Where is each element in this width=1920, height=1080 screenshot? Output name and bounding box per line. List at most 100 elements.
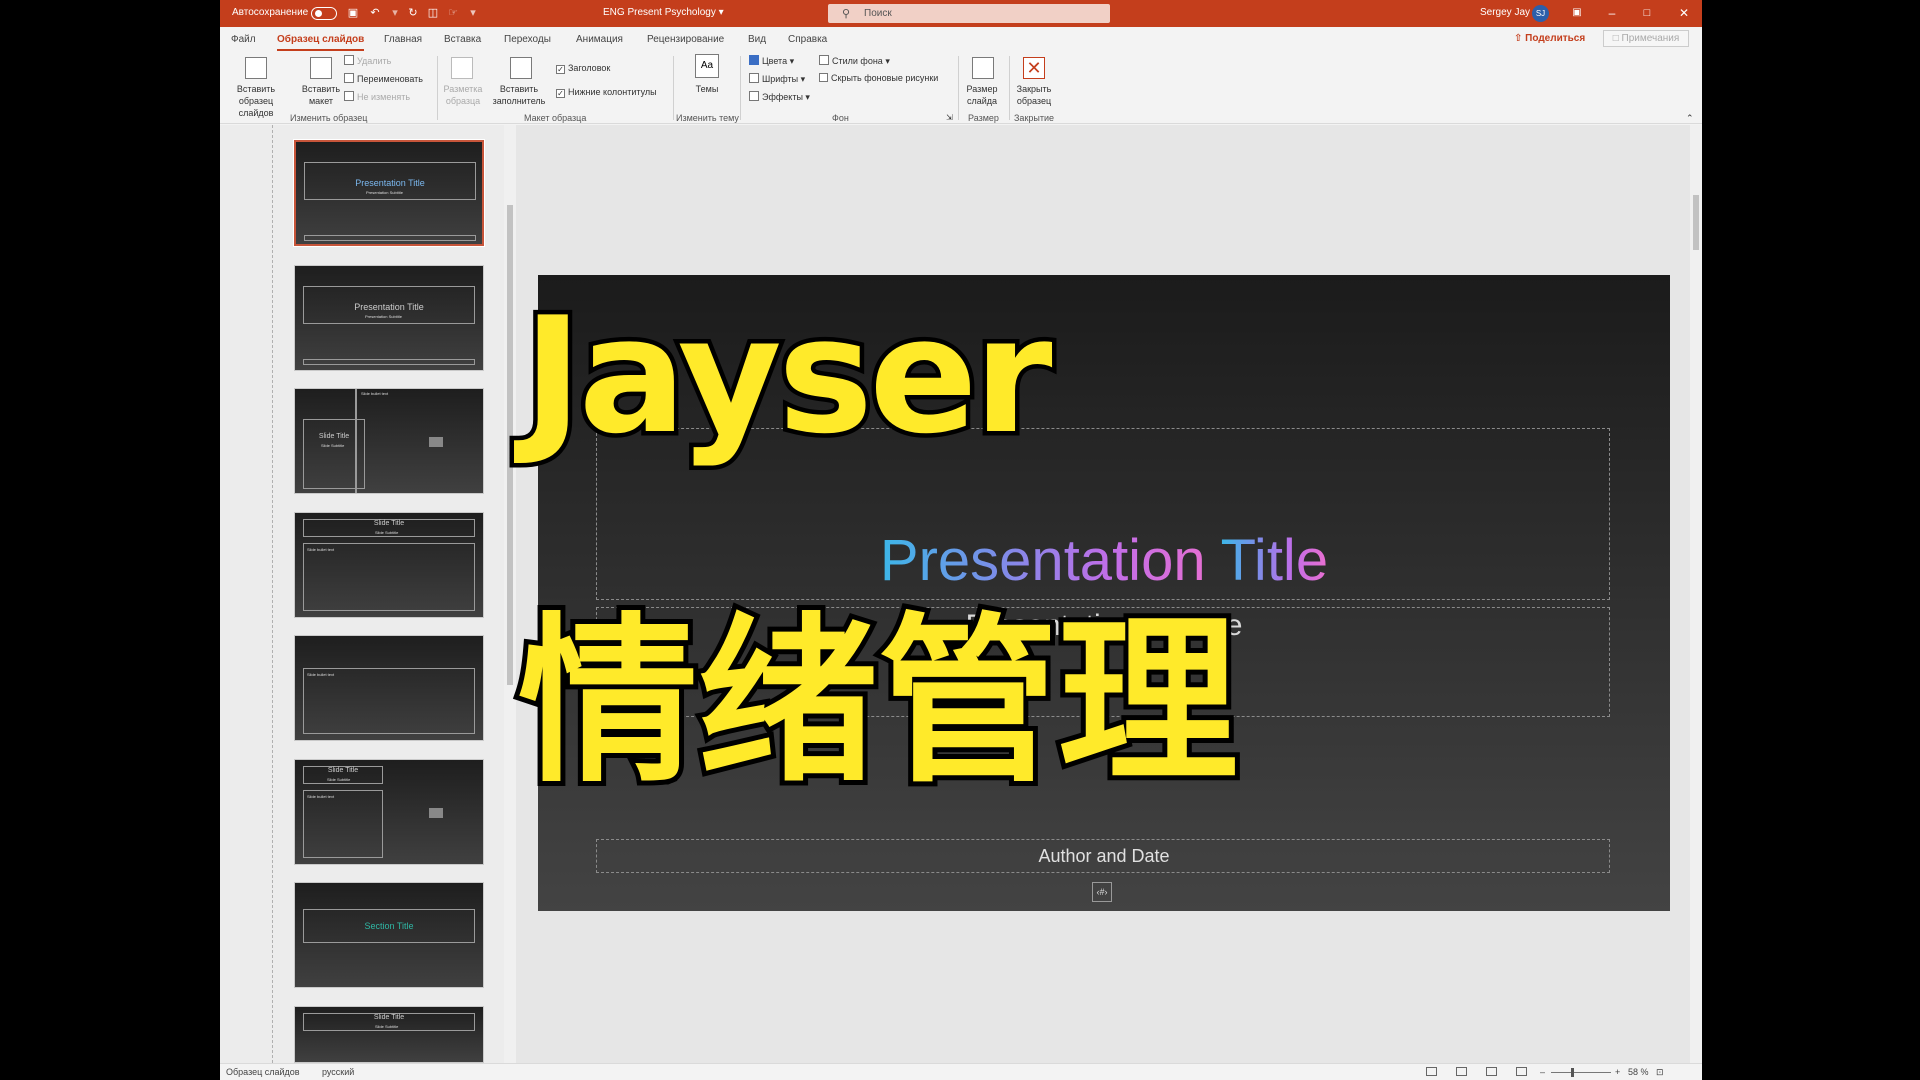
checkmark-icon: ✓ — [556, 65, 565, 74]
thumbnail-title: Slide Title — [373, 520, 405, 527]
insert-placeholder-button[interactable]: Вставить заполнитель — [485, 83, 553, 107]
comment-icon: □ — [1612, 33, 1622, 44]
background-styles-button[interactable]: Стили фона ▾ — [819, 55, 890, 67]
content-placeholder — [303, 790, 383, 858]
themes-icon[interactable]: Aa — [695, 54, 719, 78]
save-icon[interactable]: ▣ — [346, 6, 360, 20]
tab-home[interactable]: Главная — [384, 34, 422, 45]
slide-size-icon[interactable] — [972, 57, 994, 79]
insert-master-icon[interactable] — [245, 57, 267, 79]
group-label-background: Фон — [832, 113, 849, 123]
effects-icon — [749, 91, 759, 101]
tab-transitions[interactable]: Переходы — [504, 34, 551, 45]
footers-checkbox[interactable]: ✓ Нижние колонтитулы — [556, 87, 657, 98]
tab-insert[interactable]: Вставка — [444, 34, 481, 45]
close-icon[interactable]: ✕ — [1676, 5, 1692, 21]
fit-to-window-icon[interactable]: ⊡ — [1656, 1067, 1664, 1078]
close-master-button[interactable]: Закрыть образец — [1012, 83, 1056, 107]
user-name[interactable]: Sergey Jay — [1480, 7, 1530, 18]
slide-size-button[interactable]: Размер слайда — [960, 83, 1004, 107]
tab-help[interactable]: Справка — [788, 34, 827, 45]
status-bar: Образец слайдов русский – + 58 % ⊡ — [220, 1063, 1702, 1080]
slideshow-view-icon[interactable] — [1516, 1067, 1527, 1076]
thumbnail-layout[interactable]: Section Title — [294, 882, 484, 988]
thumbnail-layout[interactable]: Slide bullet text — [294, 635, 484, 741]
rename-button[interactable]: Переименовать — [344, 73, 423, 84]
checkbox-icon — [819, 73, 828, 82]
title-placeholder — [303, 419, 365, 489]
colors-button[interactable]: Цвета ▾ — [749, 55, 794, 67]
zoom-out-icon[interactable]: – — [1540, 1067, 1545, 1077]
slide-thumbnails-pane: Presentation Title Presentation Subtitle… — [220, 125, 516, 1063]
search-box[interactable]: ⚲ Поиск — [828, 4, 1110, 23]
tab-slide-master[interactable]: Образец слайдов — [277, 34, 365, 51]
thumbnail-layout[interactable]: Slide Title Slide Subtitle — [294, 1006, 484, 1063]
redo-icon[interactable]: ↻ — [406, 6, 420, 20]
status-view-label: Образец слайдов — [226, 1067, 300, 1077]
footer-placeholder[interactable]: Author and Date — [596, 839, 1610, 873]
title-checkbox[interactable]: ✓ Заголовок — [556, 63, 610, 74]
group-label-edit-theme: Изменить тему — [676, 113, 739, 123]
share-icon: ⇧ — [1514, 33, 1526, 44]
fonts-button[interactable]: Шрифты ▾ — [749, 73, 805, 85]
avatar[interactable]: SJ — [1532, 5, 1549, 22]
zoom-level[interactable]: 58 % — [1628, 1067, 1649, 1077]
themes-button[interactable]: Темы — [687, 83, 727, 95]
thumbnail-subtitle: Presentation Subtitle — [365, 314, 402, 319]
thumbnails-scrollbar[interactable] — [504, 125, 516, 1063]
autosave-toggle[interactable] — [311, 7, 337, 20]
tab-review[interactable]: Рецензирование — [647, 34, 724, 45]
thumbnail-subtitle: Slide Subtitle — [375, 530, 399, 535]
master-layout-button[interactable]: Разметка образца — [442, 83, 484, 107]
preserve-button[interactable]: Не изменять — [344, 91, 410, 102]
tab-file[interactable]: Файл — [231, 34, 256, 45]
close-master-icon[interactable]: ✕ — [1023, 57, 1045, 79]
document-title[interactable]: ENG Present Psychology ▾ — [603, 7, 724, 18]
thumbnail-layout[interactable]: Slide Title Slide Subtitle Slide bullet … — [294, 759, 484, 865]
group-label-close: Закрытие — [1014, 113, 1055, 123]
canvas-scrollbar[interactable] — [1690, 125, 1702, 1063]
share-button[interactable]: ⇧ Поделиться — [1514, 30, 1592, 47]
thumbnail-layout[interactable]: Slide bullet text Slide Title Slide Subt… — [294, 388, 484, 494]
undo-dropdown-icon[interactable]: ▾ — [388, 6, 402, 20]
minimize-icon[interactable]: – — [1604, 5, 1620, 21]
undo-icon[interactable]: ↶ — [368, 6, 382, 20]
zoom-slider-handle[interactable] — [1571, 1068, 1574, 1077]
insert-master-button[interactable]: Вставить образец слайдов — [225, 83, 287, 119]
insert-layout-button[interactable]: Вставить макет — [298, 83, 344, 107]
checkmark-icon: ✓ — [556, 89, 565, 98]
status-language[interactable]: русский — [322, 1067, 354, 1077]
slide-number-placeholder[interactable]: ‹#› — [1092, 882, 1112, 902]
thumbnail-layout[interactable]: Presentation Title Presentation Subtitle — [294, 265, 484, 371]
tab-view[interactable]: Вид — [748, 34, 766, 45]
reading-view-icon[interactable] — [1486, 1067, 1497, 1076]
thumbnail-layout[interactable]: Slide Title Slide Subtitle Slide bullet … — [294, 512, 484, 618]
slide-sorter-icon[interactable] — [1456, 1067, 1467, 1076]
hide-background-checkbox[interactable]: Скрыть фоновые рисунки — [819, 73, 938, 83]
tab-animations[interactable]: Анимация — [576, 34, 623, 45]
scrollbar-thumb[interactable] — [507, 205, 513, 685]
insert-layout-icon[interactable] — [310, 57, 332, 79]
comments-button[interactable]: □ Примечания — [1603, 30, 1689, 47]
background-dialog-launcher-icon[interactable]: ⇲ — [946, 113, 953, 122]
delete-button[interactable]: Удалить — [344, 55, 391, 66]
effects-button[interactable]: Эффекты ▾ — [749, 91, 810, 103]
collapse-ribbon-icon[interactable]: ⌃ — [1686, 113, 1694, 124]
thumbnail-master[interactable]: Presentation Title Presentation Subtitle — [293, 139, 485, 247]
start-slideshow-icon[interactable]: ◫ — [426, 6, 440, 20]
ribbon-display-options-icon[interactable]: ▣ — [1569, 5, 1585, 21]
customize-toolbar-icon[interactable]: ▾ — [466, 6, 480, 20]
group-separator — [437, 56, 438, 120]
insert-placeholder-icon[interactable] — [510, 57, 532, 79]
zoom-slider[interactable] — [1551, 1072, 1611, 1073]
maximize-icon[interactable]: □ — [1639, 5, 1655, 21]
normal-view-icon[interactable] — [1426, 1067, 1437, 1076]
thumbnail-title: Section Title — [364, 921, 414, 931]
ribbon: Вставить образец слайдов Вставить макет … — [220, 51, 1702, 124]
zoom-in-icon[interactable]: + — [1615, 1067, 1620, 1077]
thumbnail-bullet: Slide bullet text — [307, 794, 335, 799]
thumbnail-title: Slide Title — [373, 1014, 405, 1021]
scrollbar-thumb[interactable] — [1693, 195, 1699, 250]
touch-mode-icon[interactable]: ☞ — [446, 6, 460, 20]
master-layout-icon[interactable] — [451, 57, 473, 79]
